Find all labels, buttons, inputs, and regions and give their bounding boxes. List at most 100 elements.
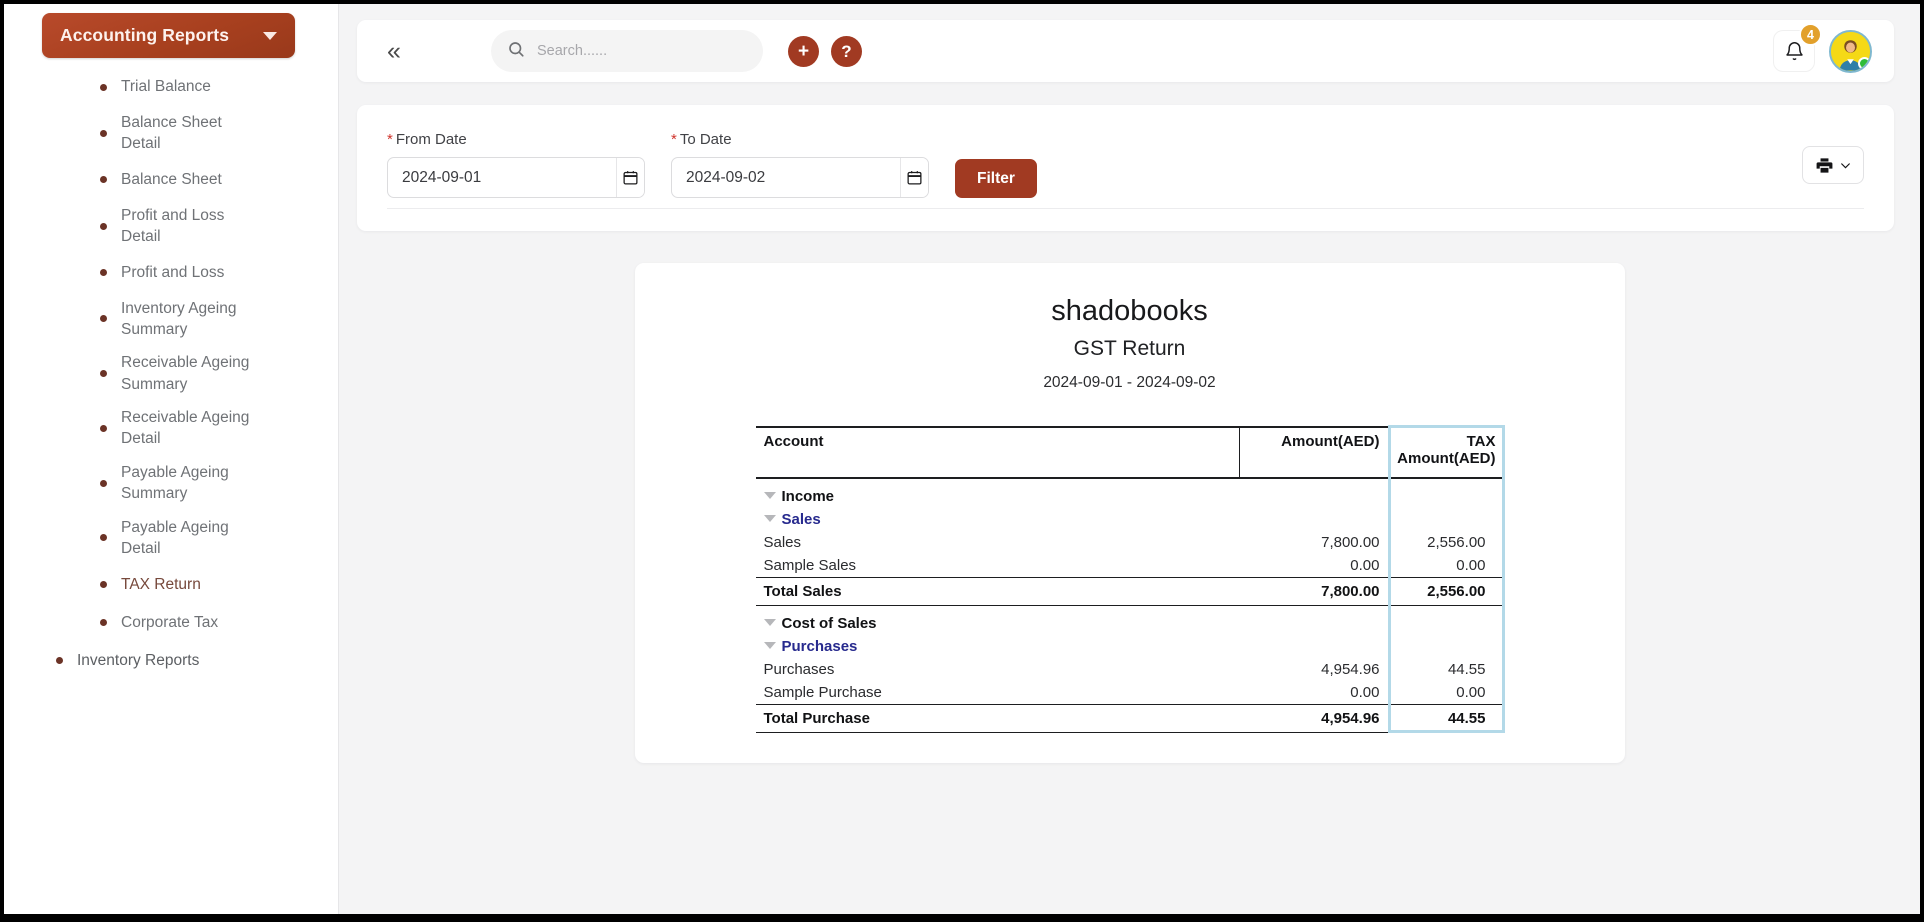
column-header-amount: Amount(AED): [1239, 426, 1388, 479]
bell-icon: [1785, 41, 1803, 60]
sidebar-item-inventory-reports[interactable]: Inventory Reports: [4, 641, 338, 679]
cell-account: Sample Purchase: [756, 681, 1240, 705]
cell-amount: 7,800.00: [1239, 577, 1388, 606]
to-date-calendar-icon[interactable]: [900, 158, 928, 197]
add-button[interactable]: +: [788, 35, 819, 67]
cell-tax-amount: [1388, 478, 1504, 508]
print-button[interactable]: [1802, 146, 1864, 184]
sidebar-item-balance-sheet[interactable]: Balance Sheet: [4, 161, 338, 199]
caret-down-toggle-icon[interactable]: [763, 491, 776, 499]
bullet-icon: [56, 656, 63, 664]
report-card: shadobooks GST Return 2024-09-01 - 2024-…: [634, 263, 1625, 763]
cell-account: Purchases: [756, 658, 1240, 681]
bullet-icon: [100, 370, 107, 378]
chevron-down-icon: [1840, 162, 1850, 169]
cell-account: Purchases: [756, 635, 1240, 658]
from-date-input-wrap[interactable]: [387, 157, 645, 198]
table-row: Income: [756, 478, 1504, 508]
caret-down-toggle-icon[interactable]: [763, 618, 776, 626]
search-input[interactable]: [537, 43, 747, 59]
to-date-input-wrap[interactable]: [671, 157, 929, 198]
to-date-field: * To Date: [671, 131, 929, 198]
notification-bell-button[interactable]: 4: [1773, 23, 1822, 72]
column-header-tax-line2: Amount(AED): [1397, 450, 1496, 467]
filter-button[interactable]: Filter: [955, 159, 1037, 198]
account-label: Sample Sales: [763, 557, 857, 574]
search-box[interactable]: [491, 30, 763, 72]
sidebar-item-profit-and-loss[interactable]: Profit and Loss: [4, 254, 338, 292]
sidebar-collapse-icon[interactable]: «: [377, 34, 411, 68]
cell-tax-amount: 2,556.00: [1387, 577, 1504, 606]
account-label: Income: [781, 488, 835, 505]
sidebar-header-accounting-reports[interactable]: Accounting Reports: [42, 13, 295, 58]
bullet-icon: [100, 269, 107, 276]
from-date-calendar-icon[interactable]: [616, 158, 644, 197]
cell-amount: [1240, 635, 1388, 658]
bullet-icon: [100, 580, 107, 588]
sidebar-nav-list: Trial Balance Balance Sheet Detail Balance…: [4, 68, 338, 679]
caret-down-toggle-icon[interactable]: [763, 641, 776, 649]
column-header-account: Account: [755, 426, 1240, 479]
sidebar-item-receivable-ageing-detail[interactable]: Receivable Ageing Detail: [4, 401, 338, 456]
cell-tax-amount: 0.00: [1456, 684, 1486, 701]
report-company-name: shadobooks: [1051, 295, 1208, 327]
cell-account: Income: [756, 478, 1240, 508]
sidebar-item-label: Profit and Loss: [121, 263, 225, 281]
account-label: Sales: [781, 511, 821, 528]
table-row: Sample Purchase 0.00 0.00: [756, 681, 1504, 705]
from-date-input[interactable]: [388, 168, 616, 187]
report-date-range: 2024-09-01 - 2024-09-02: [1043, 374, 1216, 391]
sidebar-item-balance-sheet-detail[interactable]: Balance Sheet Detail: [4, 106, 338, 161]
report-table: Account Amount(AED) TAX Amount(AED) Inco…: [755, 426, 1504, 733]
cell-amount: 4,954.96: [1239, 704, 1388, 733]
sidebar-item-tax-return[interactable]: TAX Return: [4, 565, 338, 603]
table-row: Purchases 4,954.96 44.55: [756, 658, 1504, 681]
table-header-row: Account Amount(AED) TAX Amount(AED): [755, 426, 1504, 479]
help-button[interactable]: ?: [831, 35, 862, 67]
sidebar-header-label: Accounting Reports: [60, 25, 230, 45]
account-label: Total Purchase: [763, 710, 870, 727]
cell-amount: [1240, 508, 1388, 531]
from-date-label: * From Date: [387, 131, 467, 148]
filter-divider: [387, 208, 1864, 209]
sidebar-item-trial-balance[interactable]: Trial Balance: [4, 68, 338, 106]
bullet-icon: [100, 222, 107, 230]
account-label: Sample Purchase: [763, 684, 882, 701]
sidebar-item-payable-ageing-detail[interactable]: Payable Ageing Detail: [4, 511, 338, 566]
cell-amount: 0.00: [1350, 557, 1380, 574]
sidebar-item-label: Receivable Ageing Summary: [121, 354, 250, 393]
avatar[interactable]: [1829, 29, 1872, 73]
filter-card: * From Date 2024-09-01 * To Date 2024-09…: [357, 105, 1894, 231]
cell-amount: 4,954.96: [1321, 661, 1380, 678]
to-date-input[interactable]: [672, 168, 900, 187]
sidebar-item-corporate-tax[interactable]: Corporate Tax: [4, 603, 338, 641]
sidebar-item-label: Inventory Ageing Summary: [121, 299, 237, 338]
report-table-body: Income Sales Sales 7,800.00 2,556.00 Sample S…: [755, 478, 1504, 733]
to-date-label: * To Date: [671, 131, 732, 148]
sidebar-item-receivable-ageing-summary[interactable]: Receivable Ageing Summary: [4, 346, 338, 401]
sidebar-item-inventory-ageing-summary[interactable]: Inventory Ageing Summary: [4, 292, 338, 347]
bullet-icon: [100, 424, 107, 432]
table-row: Sales: [756, 508, 1504, 531]
main-content: « + ? 4: [338, 4, 1920, 914]
sidebar-item-label: TAX Return: [121, 575, 201, 593]
report-table-head: Account Amount(AED) TAX Amount(AED): [755, 426, 1504, 479]
sidebar-item-label: Payable Ageing Summary: [121, 463, 229, 503]
cell-tax-amount: 0.00: [1456, 557, 1486, 574]
topbar-right-actions: 4: [1773, 23, 1872, 73]
bullet-icon: [100, 83, 107, 91]
sidebar-item-profit-and-loss-detail[interactable]: Profit and Loss Detail: [4, 199, 338, 254]
column-header-tax-amount: TAX Amount(AED): [1387, 426, 1504, 479]
table-row: Sample Sales 0.00 0.00: [756, 554, 1504, 578]
account-label: Total Sales: [763, 583, 842, 600]
account-label: Purchases: [781, 638, 858, 655]
caret-down-toggle-icon[interactable]: [763, 514, 776, 522]
printer-icon: [1816, 157, 1832, 173]
chevron-down-icon: [263, 31, 277, 40]
table-row: Sales 7,800.00 2,556.00: [756, 531, 1504, 554]
topbar-quick-actions: + ?: [788, 35, 862, 67]
table-row: Cost of Sales: [756, 606, 1504, 636]
cell-account: Sales: [756, 508, 1240, 531]
account-label: Purchases: [763, 661, 835, 678]
sidebar-item-payable-ageing-summary[interactable]: Payable Ageing Summary: [4, 456, 338, 511]
